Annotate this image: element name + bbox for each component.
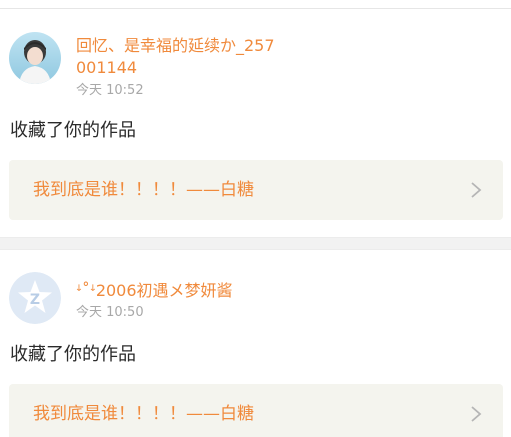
card-separator: [0, 237, 511, 250]
work-title: 我到底是谁！！！！——白糖: [33, 404, 254, 424]
work-link-box[interactable]: 我到底是谁！！！！——白糖: [9, 384, 503, 437]
user-avatar-icon[interactable]: [9, 32, 61, 84]
username-link[interactable]: 回忆、是幸福的延续か_257001144: [76, 35, 276, 79]
svg-text:Z: Z: [30, 292, 40, 308]
chevron-right-icon: [471, 406, 482, 422]
work-title: 我到底是谁！！！！——白糖: [33, 180, 254, 200]
notification-card: 回忆、是幸福的延续か_257001144 今天 10:52 收藏了你的作品 我到…: [0, 9, 511, 237]
timestamp: 今天 10:52: [76, 83, 144, 98]
notifications-page: 回忆、是幸福的延续か_257001144 今天 10:52 收藏了你的作品 我到…: [0, 0, 511, 437]
username-link[interactable]: ꜜ˚ꜜ2006初遇メ梦妍酱: [76, 280, 233, 302]
chevron-right-icon: [471, 182, 482, 198]
timestamp: 今天 10:50: [76, 305, 144, 320]
default-avatar-icon[interactable]: Z: [9, 272, 61, 324]
notification-card: Z ꜜ˚ꜜ2006初遇メ梦妍酱 今天 10:50 收藏了你的作品 我到底是谁！！…: [0, 250, 511, 437]
work-link-box[interactable]: 我到底是谁！！！！——白糖: [9, 160, 503, 220]
action-text: 收藏了你的作品: [10, 120, 136, 141]
action-text: 收藏了你的作品: [10, 344, 136, 365]
